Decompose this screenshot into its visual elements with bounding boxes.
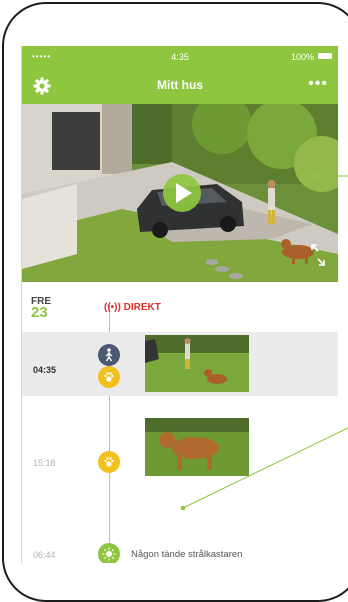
event-description: Någon tände strålkastaren <box>131 549 243 560</box>
event-time: 15:18 <box>33 458 56 468</box>
live-icon: ((•)) <box>104 302 121 313</box>
date-header: FRE 23 <box>31 296 51 321</box>
day-number: 23 <box>31 304 48 321</box>
page-title: Mitt hus <box>157 78 203 92</box>
app-screen: ••••• 4:35 100% Mitt hus ••• FRE 23 ((•)… <box>21 46 338 563</box>
event-thumbnail[interactable] <box>145 335 249 392</box>
event-time: 04:35 <box>33 365 57 375</box>
live-link[interactable]: ((•)) DIREKT <box>104 302 161 313</box>
event-timeline: FRE 23 ((•)) DIREKT 04:35 15:18 06:44 Nå… <box>22 282 338 563</box>
battery-percent: 100% <box>290 52 314 62</box>
nav-bar: Mitt hus ••• <box>22 68 338 104</box>
live-label: DIREKT <box>123 302 161 313</box>
status-bar: ••••• 4:35 100% <box>22 46 338 68</box>
light-icon <box>98 543 120 563</box>
more-menu-icon[interactable]: ••• <box>308 76 328 92</box>
paw-icon <box>98 366 120 388</box>
play-icon[interactable] <box>163 174 201 212</box>
live-video-view[interactable] <box>22 104 338 282</box>
battery-icon <box>318 53 332 59</box>
event-thumbnail[interactable] <box>145 418 249 476</box>
paw-icon <box>98 451 120 473</box>
person-icon <box>98 344 120 366</box>
event-time: 06:44 <box>33 550 56 560</box>
